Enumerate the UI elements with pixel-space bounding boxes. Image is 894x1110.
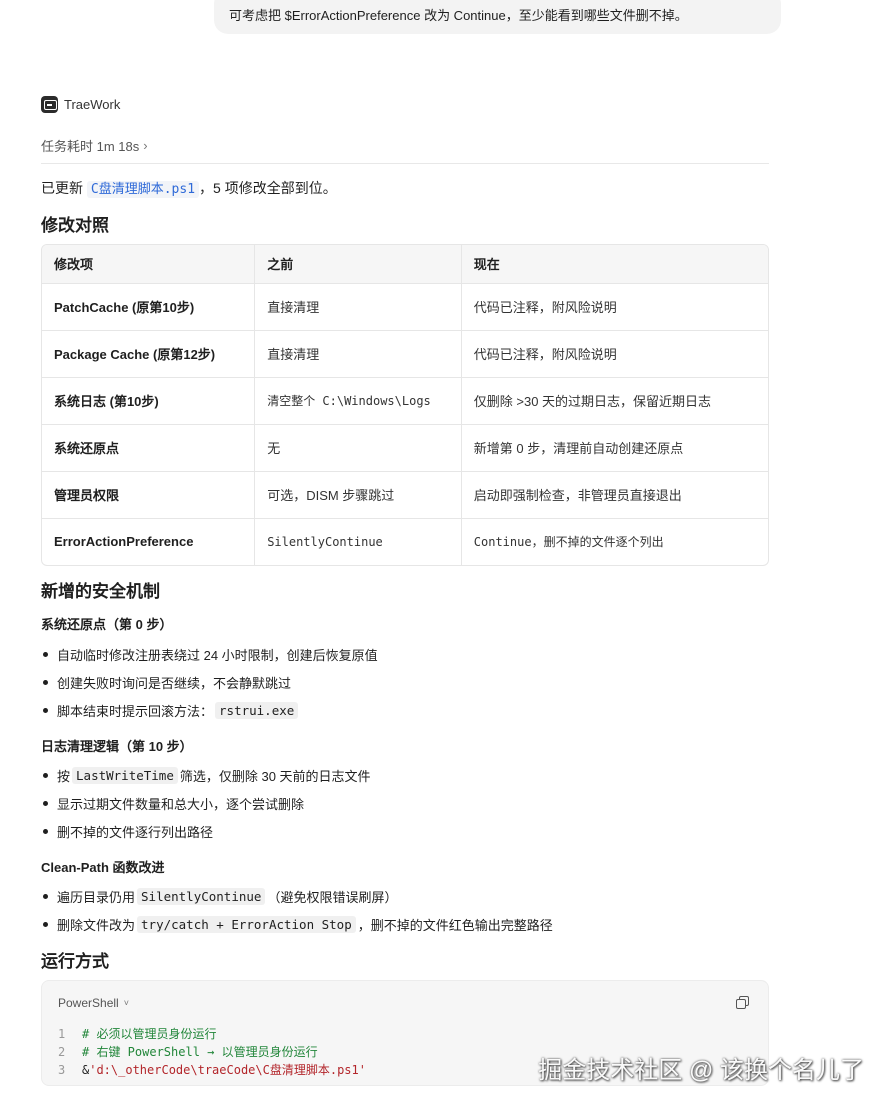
user-message-text: 可考虑把 $ErrorActionPreference 改为 Continue，… <box>229 8 688 23</box>
table-cell: 代码已注释，附风险说明 <box>461 283 768 331</box>
table-cell: 直接清理 <box>254 330 462 378</box>
agent-header: TraeWork <box>41 96 120 113</box>
table-cell: 清空整个 C:\Windows\Logs <box>254 377 462 425</box>
code-line: 2 # 右键 PowerShell → 以管理员身份运行 <box>58 1043 366 1061</box>
comparison-heading: 修改对照 <box>41 216 109 235</box>
table-cell: 可选，DISM 步骤跳过 <box>254 471 462 519</box>
inline-code: LastWriteTime <box>72 766 178 784</box>
comparison-table: 修改项 之前 现在 PatchCache (原第10步) 直接清理 代码已注释，… <box>41 244 769 566</box>
table-row: 系统日志 (第10步) 清空整个 C:\Windows\Logs 仅删除 >30… <box>42 377 768 425</box>
table-cell: SilentlyContinue <box>254 518 462 565</box>
watermark: 掘金技术社区 @ 该换个名儿了 <box>538 1057 864 1084</box>
table-cell: Package Cache (原第12步) <box>42 330 256 378</box>
logs-list: 按 LastWriteTime 筛选，仅删除 30 天前的日志文件 显示过期文件数量… <box>41 761 371 845</box>
chevron-right-icon: › <box>143 138 148 153</box>
list-item: 创建失败时询问是否继续，不会静默跳过 <box>41 668 378 696</box>
inline-code: try/catch + ErrorAction Stop <box>137 915 356 933</box>
list-item-text: 创建失败时询问是否继续，不会静默跳过 <box>57 675 292 691</box>
table-row: PatchCache (原第10步) 直接清理 代码已注释，附风险说明 <box>42 283 768 331</box>
code-line: 1 # 必须以管理员身份运行 <box>58 1025 366 1043</box>
task-duration-toggle[interactable]: 任务耗时 1m 18s › <box>41 136 148 155</box>
line-number: 1 <box>58 1027 66 1041</box>
inline-code: SilentlyContinue <box>137 887 266 905</box>
code-comment: # 必须以管理员身份运行 <box>82 1027 217 1041</box>
list-item: 按 LastWriteTime 筛选，仅删除 30 天前的日志文件 <box>41 761 371 789</box>
code-operator: & <box>82 1063 90 1077</box>
table-cell: 系统还原点 <box>42 424 256 472</box>
list-item: 删除文件改为 try/catch + ErrorAction Stop ，删不掉的文… <box>41 910 553 938</box>
list-item-text: 删不掉的文件逐行列出路径 <box>57 824 214 840</box>
inline-code: rstrui.exe <box>215 701 299 719</box>
list-item-text: 遍历目录仍用 <box>57 889 136 905</box>
line-number: 2 <box>58 1045 66 1059</box>
list-item: 删不掉的文件逐行列出路径 <box>41 817 371 845</box>
table-row: 管理员权限 可选，DISM 步骤跳过 启动即强制检查，非管理员直接退出 <box>42 471 768 519</box>
summary-suffix: ，5 项修改全部到位。 <box>199 180 337 196</box>
list-item-text: 自动临时修改注册表绕过 24 小时限制，创建后恢复原值 <box>57 647 378 663</box>
code-line: 3 & 'd:\_otherCode\traeCode\C盘清理脚本.ps1' <box>58 1061 366 1079</box>
language-label: PowerShell <box>58 996 119 1010</box>
table-cell: 新增第 0 步，清理前自动创建还原点 <box>461 424 768 472</box>
table-cell: Continue，删不掉的文件逐个列出 <box>473 535 664 550</box>
divider <box>41 163 769 164</box>
summary-text: 已更新 C盘清理脚本.ps1 ，5 项修改全部到位。 <box>41 178 337 198</box>
table-cell: 仅删除 >30 天的过期日志，保留近期日志 <box>461 377 768 425</box>
table-cell: 启动即强制检查，非管理员直接退出 <box>461 471 768 519</box>
table-header-cell: 现在 <box>461 245 768 284</box>
table-row: Package Cache (原第12步) 直接清理 代码已注释，附风险说明 <box>42 330 768 378</box>
table-cell: 管理员权限 <box>42 471 256 519</box>
restore-list: 自动临时修改注册表绕过 24 小时限制，创建后恢复原值 创建失败时询问是否继续，… <box>41 640 378 724</box>
list-item: 自动临时修改注册表绕过 24 小时限制，创建后恢复原值 <box>41 640 378 668</box>
list-item-text: 筛选，仅删除 30 天前的日志文件 <box>179 768 371 784</box>
task-duration-label: 任务耗时 1m 18s <box>41 139 140 154</box>
table-cell: 系统日志 (第10步) <box>42 377 256 425</box>
cleanpath-subheading: Clean-Path 函数改进 <box>41 860 165 875</box>
table-row: 系统还原点 无 新增第 0 步，清理前自动创建还原点 <box>42 424 768 472</box>
list-item-text: 脚本结束时提示回滚方法： <box>57 703 214 719</box>
language-selector[interactable]: PowerShell ˅ <box>58 996 129 1010</box>
summary-prefix: 已更新 <box>41 180 87 196</box>
code-lines: 1 # 必须以管理员身份运行 2 # 右键 PowerShell → 以管理员身… <box>58 1025 366 1079</box>
chevron-down-icon: ˅ <box>123 998 129 1008</box>
list-item: 脚本结束时提示回滚方法： rstrui.exe <box>41 696 378 724</box>
list-item-text: 删除文件改为 <box>57 917 136 933</box>
copy-icon[interactable] <box>736 996 749 1009</box>
user-message-bubble: 可考虑把 $ErrorActionPreference 改为 Continue，… <box>214 0 781 34</box>
table-header-cell: 修改项 <box>42 245 256 284</box>
safety-heading: 新增的安全机制 <box>41 582 160 601</box>
list-item-text: 显示过期文件数量和总大小，逐个尝试删除 <box>57 796 305 812</box>
list-item-text: ，删不掉的文件红色输出完整路径 <box>357 917 553 933</box>
code-comment: # 右键 PowerShell → 以管理员身份运行 <box>82 1045 318 1059</box>
list-item: 显示过期文件数量和总大小，逐个尝试删除 <box>41 789 371 817</box>
cleanpath-list: 遍历目录仍用 SilentlyContinue （避免权限错误刷屏） 删除文件改为 t… <box>41 882 553 938</box>
list-item-text: 按 <box>57 768 71 784</box>
line-number: 3 <box>58 1063 66 1077</box>
table-cell: 无 <box>254 424 462 472</box>
table-cell: ErrorActionPreference <box>42 518 256 565</box>
table-row: ErrorActionPreference SilentlyContinue C… <box>42 518 768 565</box>
code-string: 'd:\_otherCode\traeCode\C盘清理脚本.ps1' <box>89 1063 366 1077</box>
list-item: 遍历目录仍用 SilentlyContinue （避免权限错误刷屏） <box>41 882 553 910</box>
table-cell: 直接清理 <box>254 283 462 331</box>
table-cell: 代码已注释，附风险说明 <box>461 330 768 378</box>
run-heading: 运行方式 <box>41 952 109 971</box>
logs-subheading: 日志清理逻辑（第 10 步） <box>41 739 193 754</box>
restore-subheading: 系统还原点（第 0 步） <box>41 617 173 632</box>
agent-name: TraeWork <box>64 97 121 112</box>
table-header-row: 修改项 之前 现在 <box>42 245 768 284</box>
list-item-text: （避免权限错误刷屏） <box>267 889 398 905</box>
file-link[interactable]: C盘清理脚本.ps1 <box>86 181 200 198</box>
table-cell: PatchCache (原第10步) <box>42 283 256 331</box>
table-header-cell: 之前 <box>254 245 462 284</box>
terminal-icon <box>41 96 58 113</box>
